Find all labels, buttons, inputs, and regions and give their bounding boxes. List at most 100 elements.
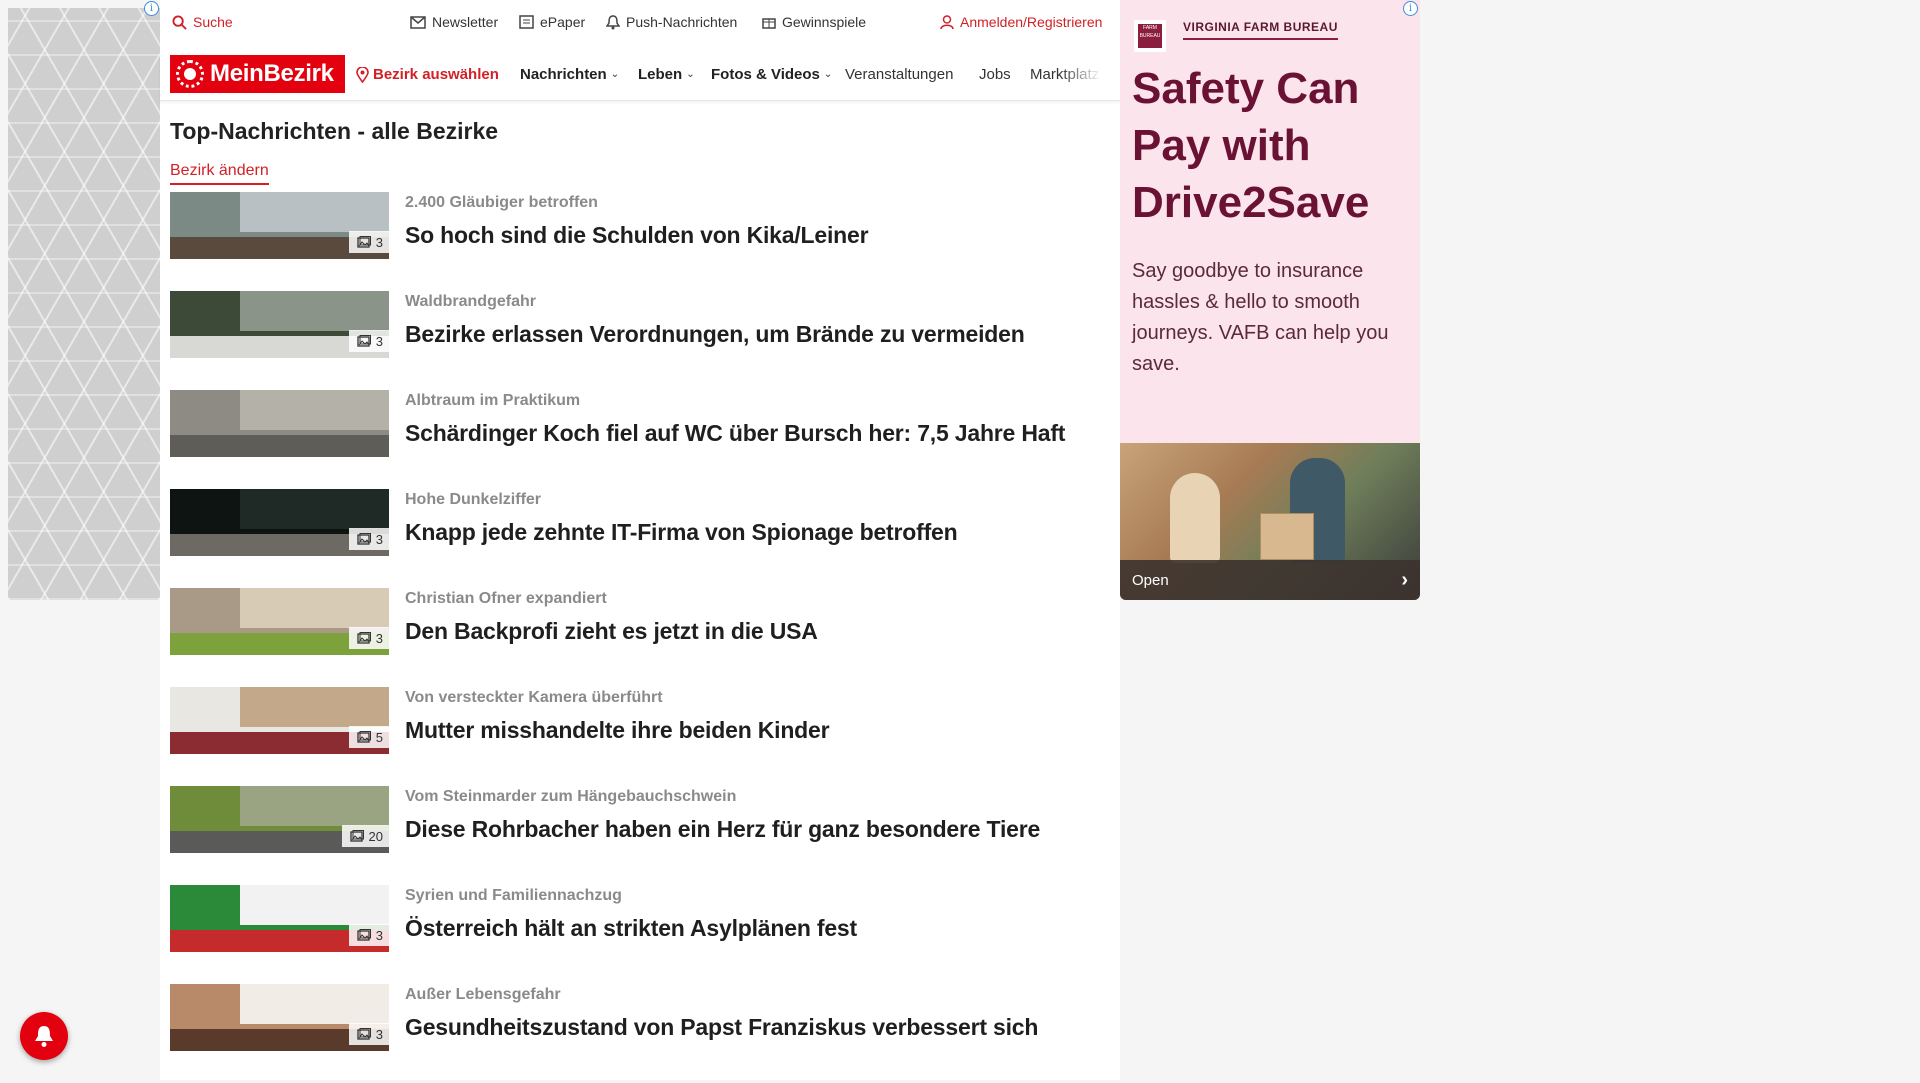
ad-open-label: Open xyxy=(1132,571,1169,589)
ad-open-button[interactable]: Open › xyxy=(1120,560,1420,600)
article-thumbnail[interactable]: 3 xyxy=(170,489,389,556)
image-count: 3 xyxy=(375,927,383,943)
image-count: 3 xyxy=(375,630,383,646)
image-icon xyxy=(357,632,371,644)
article-thumbnail[interactable]: 3 xyxy=(170,984,389,1051)
gewinnspiele-link[interactable]: Gewinnspiele xyxy=(762,14,866,30)
nav-leben-label: Leben xyxy=(638,66,683,83)
search-icon xyxy=(172,14,187,30)
newspaper-icon xyxy=(519,15,534,29)
image-count-badge: 5 xyxy=(348,726,389,748)
article-thumbnail[interactable]: 3 xyxy=(170,588,389,655)
article-item[interactable]: 3 Außer Lebensgefahr Gesundheitszustand … xyxy=(170,984,1110,1083)
login-link[interactable]: Anmelden/Registrieren xyxy=(940,14,1102,30)
article-headline[interactable]: Gesundheitszustand von Papst Franziskus … xyxy=(405,1014,1038,1041)
article-kicker: Syrien und Familiennachzug xyxy=(405,887,622,904)
topbar: Suche Newsletter ePaper Push-Nachrichten… xyxy=(160,0,1120,46)
ad-brand-logo: FARM BUREAU xyxy=(1134,20,1166,52)
image-count: 3 xyxy=(375,234,383,250)
newsletter-label: Newsletter xyxy=(432,14,499,30)
image-count-badge: 3 xyxy=(348,924,389,946)
nav-leben[interactable]: Leben ⌄ xyxy=(638,66,695,83)
article-kicker: Christian Ofner expandiert xyxy=(405,590,607,607)
article-item[interactable]: Albtraum im Praktikum Schärdinger Koch f… xyxy=(170,390,1110,489)
search-label: Suche xyxy=(193,14,233,30)
nav-jobs[interactable]: Jobs xyxy=(979,66,1011,83)
bezirk-select-link[interactable]: Bezirk auswählen xyxy=(356,66,499,83)
article-thumbnail[interactable]: 20 xyxy=(170,786,389,853)
ad-info-icon[interactable]: i xyxy=(144,1,159,16)
nav-fotos-label: Fotos & Videos xyxy=(711,66,820,83)
chevron-right-icon: › xyxy=(1401,568,1408,591)
image-count-badge: 3 xyxy=(348,231,389,253)
image-icon xyxy=(357,533,371,545)
article-item[interactable]: 5 Von versteckter Kamera überführt Mutte… xyxy=(170,687,1110,786)
image-icon xyxy=(357,1028,371,1040)
nav-veranstaltungen[interactable]: Veranstaltungen xyxy=(845,66,953,83)
chevron-down-icon: ⌄ xyxy=(686,69,695,80)
article-headline[interactable]: Diese Rohrbacher haben ein Herz für ganz… xyxy=(405,816,1040,843)
article-thumbnail[interactable]: 3 xyxy=(170,291,389,358)
search-link[interactable]: Suche xyxy=(172,14,233,30)
left-ad-banner[interactable] xyxy=(8,8,160,600)
ad-brand-name: VIRGINIA FARM BUREAU xyxy=(1183,20,1338,40)
notification-bell-button[interactable] xyxy=(20,1012,68,1060)
bezirk-select-label: Bezirk auswählen xyxy=(373,66,499,83)
article-thumbnail[interactable]: 3 xyxy=(170,885,389,952)
page-content: Suche Newsletter ePaper Push-Nachrichten… xyxy=(160,0,1120,1080)
ad-headline: Safety Can Pay with Drive2Save xyxy=(1132,64,1370,227)
article-thumbnail[interactable] xyxy=(170,390,389,457)
article-headline[interactable]: So hoch sind die Schulden von Kika/Leine… xyxy=(405,222,869,249)
image-count-badge: 20 xyxy=(341,825,389,847)
nav-veranstaltungen-label: Veranstaltungen xyxy=(845,66,954,83)
newsletter-link[interactable]: Newsletter xyxy=(410,14,498,30)
article-headline[interactable]: Schärdinger Koch fiel auf WC über Bursch… xyxy=(405,420,1065,447)
article-headline[interactable]: Knapp jede zehnte IT-Firma von Spionage … xyxy=(405,519,958,546)
page-title: Top-Nachrichten - alle Bezirke xyxy=(170,118,499,144)
article-kicker: Von versteckter Kamera überführt xyxy=(405,689,663,706)
ad-body-text: Say goodbye to insurance hassles & hello… xyxy=(1132,260,1389,375)
article-item[interactable]: 3 Waldbrandgefahr Bezirke erlassen Veror… xyxy=(170,291,1110,390)
article-headline[interactable]: Bezirke erlassen Verordnungen, um Brände… xyxy=(405,321,1025,348)
article-kicker: Albtraum im Praktikum xyxy=(405,392,581,409)
right-ad-banner[interactable]: FARM BUREAU VIRGINIA FARM BUREAU Safety … xyxy=(1120,0,1420,600)
nav-fotos-videos[interactable]: Fotos & Videos ⌄ xyxy=(711,66,832,83)
article-item[interactable]: 3 Hohe Dunkelziffer Knapp jede zehnte IT… xyxy=(170,489,1110,588)
image-icon xyxy=(349,830,364,842)
article-item[interactable]: 3 2.400 Gläubiger betroffen So hoch sind… xyxy=(170,192,1110,291)
nav-jobs-label: Jobs xyxy=(979,66,1011,83)
epaper-label: ePaper xyxy=(540,14,586,30)
push-link[interactable]: Push-Nachrichten xyxy=(606,14,737,30)
thumbnail-image xyxy=(170,390,389,457)
image-icon xyxy=(357,731,371,743)
epaper-link[interactable]: ePaper xyxy=(519,14,585,30)
image-count: 3 xyxy=(375,333,383,349)
nav-nachrichten[interactable]: Nachrichten ⌄ xyxy=(520,66,619,83)
chevron-down-icon: ⌄ xyxy=(610,69,620,80)
article-headline[interactable]: Mutter misshandelte ihre beiden Kinder xyxy=(405,717,830,744)
logo-sun-icon xyxy=(176,60,204,88)
main-navigation: MeinBezirk Bezirk auswählen Nachrichten … xyxy=(160,50,1120,101)
image-count-badge: 3 xyxy=(348,627,389,649)
image-count-badge: 3 xyxy=(348,330,389,352)
article-headline[interactable]: Den Backprofi zieht es jetzt in die USA xyxy=(405,618,818,645)
article-headline[interactable]: Österreich hält an strikten Asylplänen f… xyxy=(405,915,857,942)
article-item[interactable]: 3 Syrien und Familiennachzug Österreich … xyxy=(170,885,1110,984)
logo-text: MeinBezirk xyxy=(210,60,334,87)
chevron-down-icon: ⌄ xyxy=(823,69,833,80)
article-item[interactable]: 20 Vom Steinmarder zum Hängebauchschwein… xyxy=(170,786,1110,885)
article-item[interactable]: 3 Christian Ofner expandiert Den Backpro… xyxy=(170,588,1110,687)
site-logo[interactable]: MeinBezirk xyxy=(170,55,345,93)
article-thumbnail[interactable]: 3 xyxy=(170,192,389,259)
image-icon xyxy=(357,929,371,941)
location-pin-icon xyxy=(356,66,369,83)
change-bezirk-link[interactable]: Bezirk ändern xyxy=(170,162,269,185)
bell-icon xyxy=(606,14,620,29)
article-thumbnail[interactable]: 5 xyxy=(170,687,389,754)
article-kicker: Waldbrandgefahr xyxy=(405,293,536,310)
image-icon xyxy=(357,236,371,248)
ad-info-icon[interactable]: i xyxy=(1403,1,1418,16)
nav-fade-overlay xyxy=(1060,50,1120,100)
image-count: 5 xyxy=(375,729,383,745)
push-label: Push-Nachrichten xyxy=(626,14,738,30)
